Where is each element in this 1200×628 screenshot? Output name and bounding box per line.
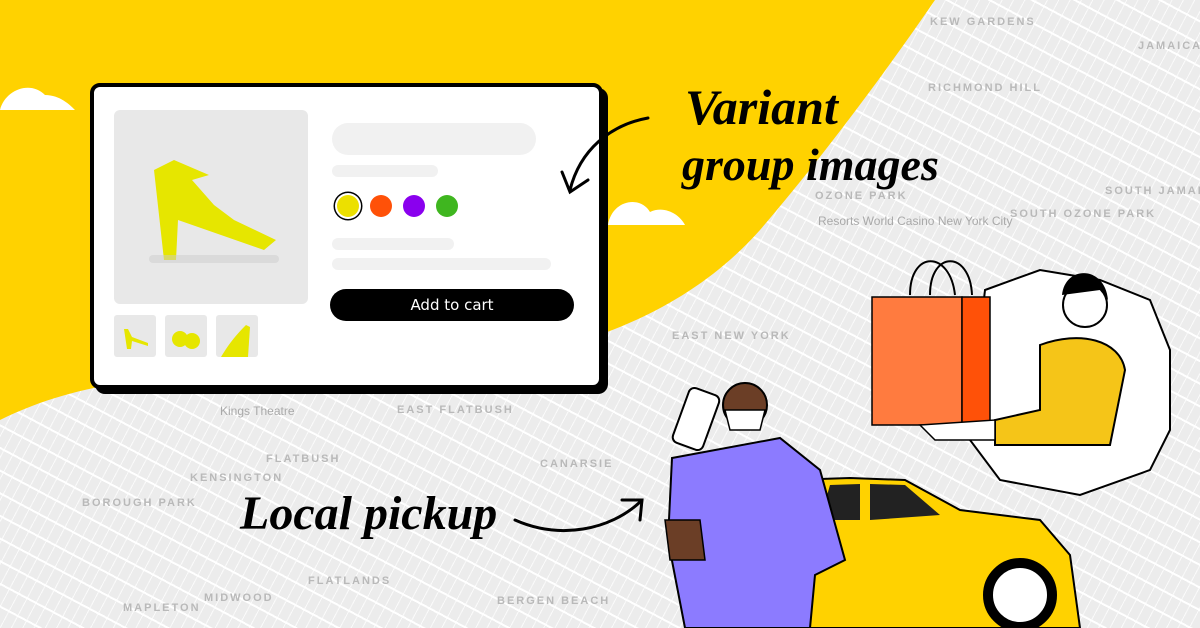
illustration	[513, 116, 1171, 628]
arrow-icon	[513, 116, 650, 532]
shopping-bag-icon	[871, 260, 991, 426]
